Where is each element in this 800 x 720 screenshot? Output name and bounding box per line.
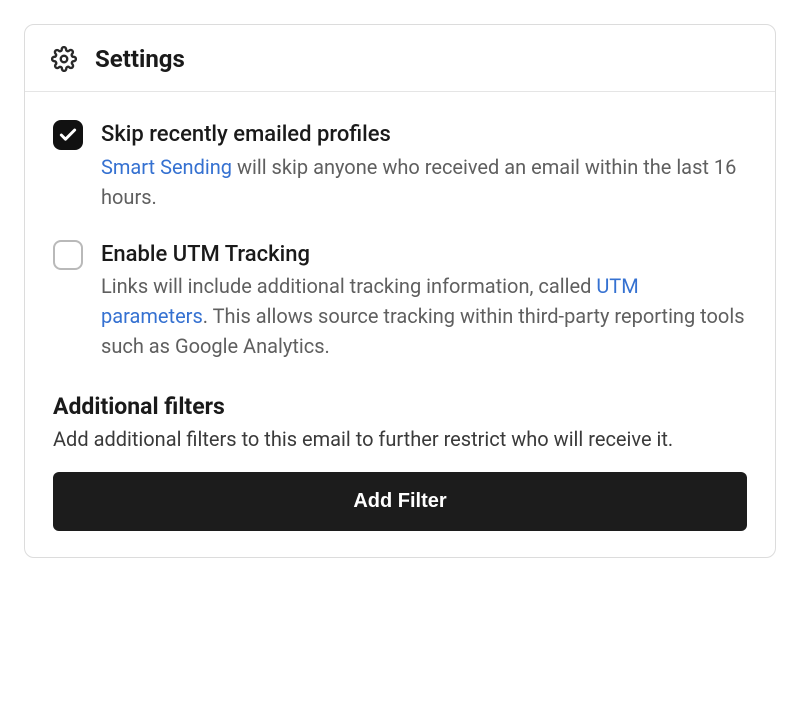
option-label-skip: Skip recently emailed profiles: [101, 120, 747, 150]
gear-icon: [51, 46, 77, 72]
add-filter-button[interactable]: Add Filter: [53, 472, 747, 531]
option-desc-skip: Smart Sending will skip anyone who recei…: [101, 152, 747, 212]
option-content: Enable UTM Tracking Links will include a…: [101, 240, 747, 362]
smart-sending-link[interactable]: Smart Sending: [101, 155, 232, 179]
option-skip-recently-emailed: Skip recently emailed profiles Smart Sen…: [53, 120, 747, 212]
checkbox-skip-recently-emailed[interactable]: [53, 120, 83, 150]
additional-filters-heading: Additional filters: [53, 393, 747, 420]
additional-filters-description: Add additional filters to this email to …: [53, 424, 747, 454]
option-content: Skip recently emailed profiles Smart Sen…: [101, 120, 747, 212]
settings-card: Settings Skip recently emailed profiles …: [24, 24, 776, 558]
option-desc-utm: Links will include additional tracking i…: [101, 271, 747, 361]
option-desc-utm-before: Links will include additional tracking i…: [101, 274, 596, 298]
card-title: Settings: [95, 45, 185, 73]
option-label-utm: Enable UTM Tracking: [101, 240, 747, 270]
card-body: Skip recently emailed profiles Smart Sen…: [25, 92, 775, 557]
option-enable-utm-tracking: Enable UTM Tracking Links will include a…: [53, 240, 747, 362]
checkbox-enable-utm-tracking[interactable]: [53, 240, 83, 270]
card-header: Settings: [25, 25, 775, 92]
